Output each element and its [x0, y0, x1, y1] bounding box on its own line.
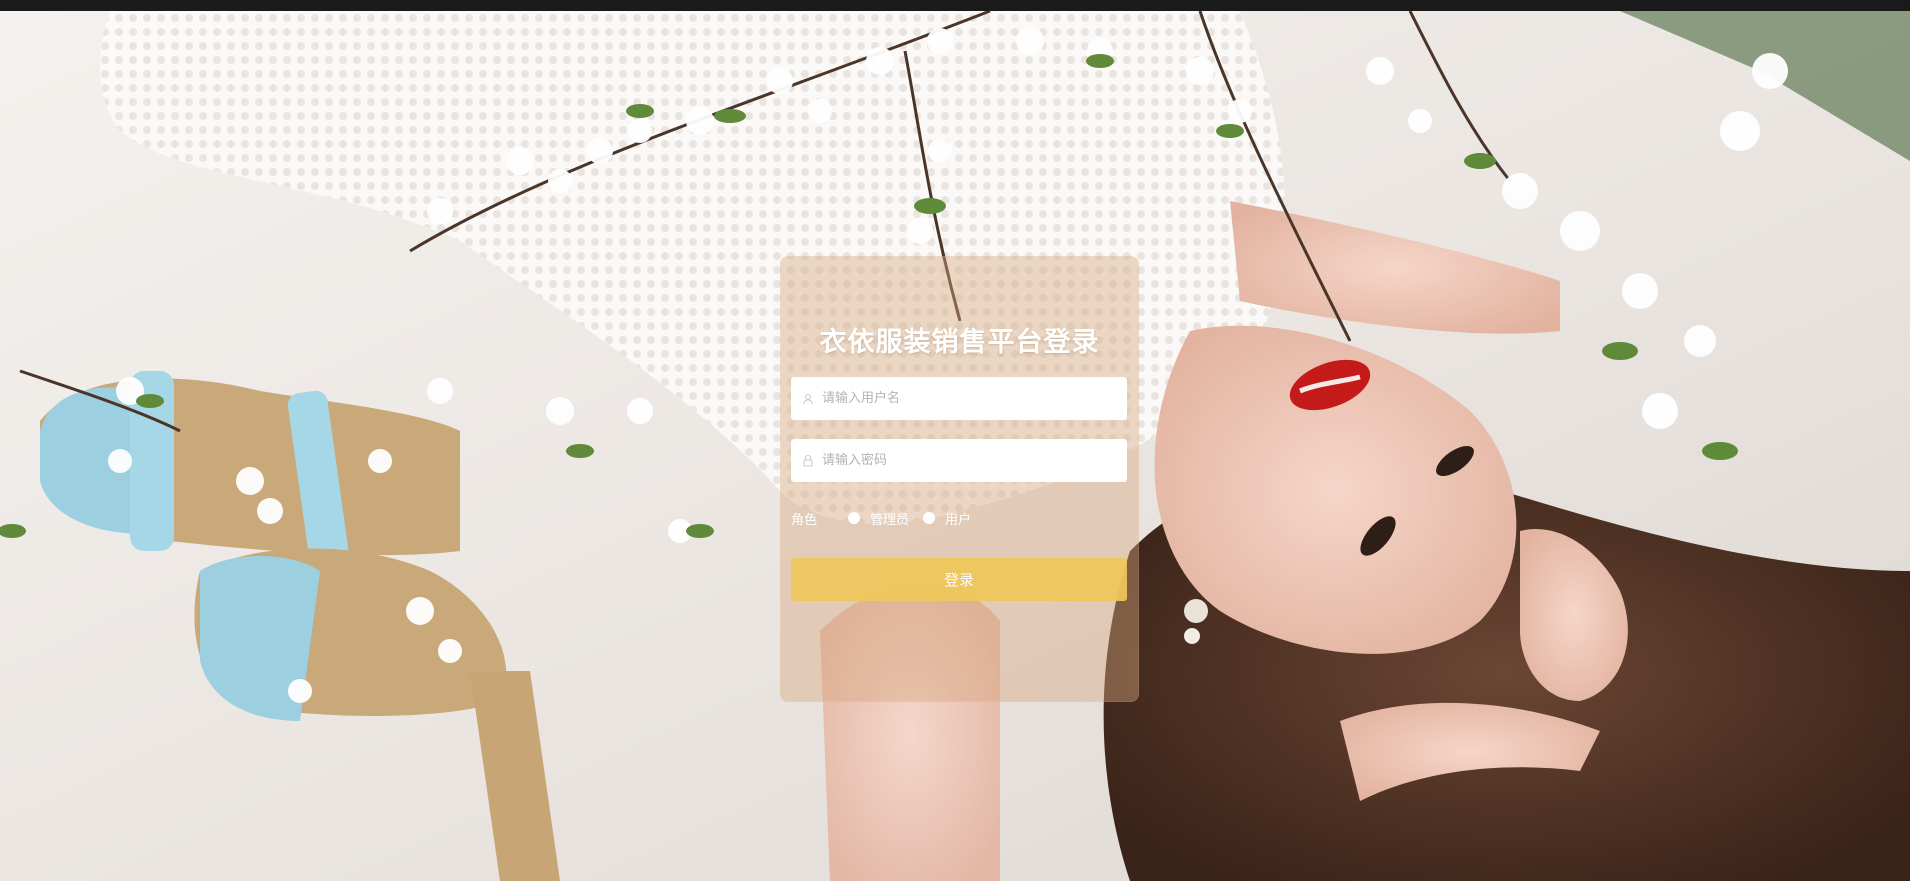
login-panel: 衣依服装销售平台登录 角色 管理员 — [780, 256, 1139, 702]
lock-icon — [801, 454, 815, 468]
username-field[interactable] — [791, 377, 1127, 420]
login-title: 衣依服装销售平台登录 — [819, 327, 1100, 358]
user-icon — [801, 392, 815, 406]
radio-admin[interactable] — [848, 512, 860, 524]
role-label: 角色 — [791, 512, 818, 528]
role-option-admin[interactable]: 管理员 — [848, 509, 909, 528]
login-page: 衣依服装销售平台登录 角色 管理员 — [0, 0, 1910, 881]
password-field[interactable] — [791, 439, 1127, 482]
login-button[interactable]: 登录 — [791, 558, 1127, 601]
password-input[interactable] — [822, 440, 1112, 481]
role-option-admin-label: 管理员 — [870, 512, 910, 528]
role-option-user[interactable]: 用户 — [923, 509, 971, 528]
role-option-user-label: 用户 — [945, 512, 972, 528]
role-selector: 角色 管理员 用户 — [791, 507, 985, 529]
top-strip — [0, 0, 1910, 11]
radio-user[interactable] — [923, 512, 936, 524]
username-input[interactable] — [822, 378, 1112, 419]
